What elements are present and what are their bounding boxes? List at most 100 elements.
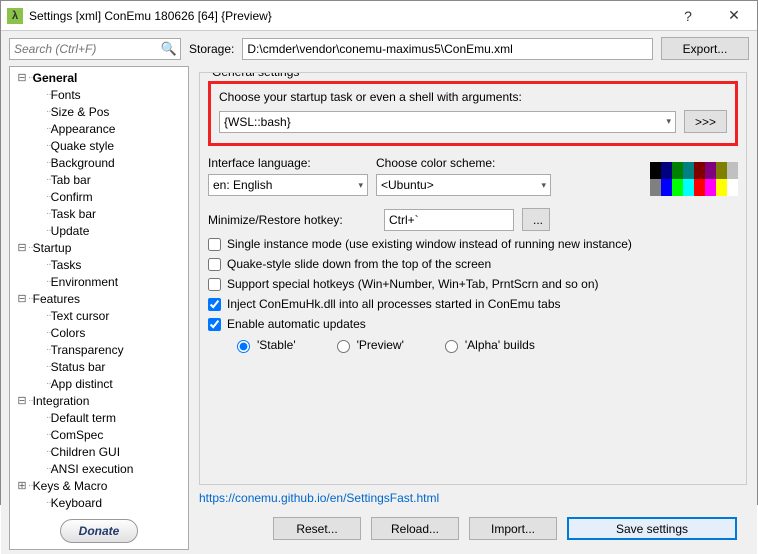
tree-node[interactable]: ··Environment (10, 273, 188, 290)
color-swatch[interactable] (727, 179, 738, 196)
single-instance-checkbox[interactable]: Single instance mode (use existing windo… (208, 237, 738, 251)
hotkey-value: Ctrl+` (389, 213, 419, 227)
export-button[interactable]: Export... (661, 37, 749, 60)
search-input[interactable] (9, 38, 181, 60)
preview-radio[interactable]: 'Preview' (332, 337, 404, 353)
hotkey-choose-button[interactable]: ... (522, 208, 550, 231)
tree-node[interactable]: ··Tab bar (10, 171, 188, 188)
color-swatch[interactable] (716, 179, 727, 196)
tree-node[interactable]: ⊟··Features (10, 290, 188, 307)
reset-button[interactable]: Reset... (273, 517, 361, 540)
save-settings-button[interactable]: Save settings (567, 517, 737, 540)
color-swatch[interactable] (672, 179, 683, 196)
donate-button[interactable]: Donate (60, 519, 138, 543)
color-swatch[interactable] (683, 179, 694, 196)
tree-node[interactable]: ··Confirm (10, 188, 188, 205)
help-button[interactable]: ? (665, 1, 711, 31)
language-value: en: English (213, 178, 272, 192)
tree-label: Update (51, 224, 90, 238)
hotkey-input[interactable]: Ctrl+` (384, 209, 514, 231)
expander-icon[interactable]: ⊟ (16, 241, 28, 254)
tree-node[interactable]: ··Background (10, 154, 188, 171)
startup-task-combobox[interactable]: {WSL::bash} ▾ (219, 111, 676, 133)
tree-label: Tab bar (51, 173, 91, 187)
language-combobox[interactable]: en: English ▾ (208, 174, 368, 196)
tree-node[interactable]: ··Tasks (10, 256, 188, 273)
color-swatch[interactable] (672, 162, 683, 179)
tree-label: Text cursor (51, 309, 110, 323)
tree-node[interactable]: ··ComSpec (10, 426, 188, 443)
tree-node[interactable]: ··Children GUI (10, 443, 188, 460)
import-button[interactable]: Import... (469, 517, 557, 540)
tree-node[interactable]: ··Transparency (10, 341, 188, 358)
storage-field[interactable] (242, 38, 653, 60)
color-swatch[interactable] (683, 162, 694, 179)
sidebar: ⊟··General··Fonts··Size & Pos··Appearanc… (9, 66, 189, 550)
color-swatch[interactable] (705, 179, 716, 196)
color-swatch[interactable] (650, 179, 661, 196)
chevron-down-icon: ▾ (666, 116, 671, 127)
tree-label: Startup (33, 241, 72, 255)
color-swatch[interactable] (661, 179, 672, 196)
tree-node[interactable]: ··Task bar (10, 205, 188, 222)
tree-node[interactable]: ··Fonts (10, 86, 188, 103)
tree-node[interactable]: ··Size & Pos (10, 103, 188, 120)
nav-tree[interactable]: ⊟··General··Fonts··Size & Pos··Appearanc… (10, 67, 188, 513)
color-swatch[interactable] (694, 179, 705, 196)
chevron-down-icon: ▾ (541, 180, 546, 191)
update-channel-radios: 'Stable' 'Preview' 'Alpha' builds (232, 337, 738, 353)
tree-label: Features (33, 292, 80, 306)
tree-label: Keyboard (51, 496, 102, 510)
expander-icon[interactable]: ⊞ (16, 479, 28, 492)
settings-window: λ Settings [xml] ConEmu 180626 [64] {Pre… (0, 0, 758, 505)
tree-node[interactable]: ··Text cursor (10, 307, 188, 324)
reload-button[interactable]: Reload... (371, 517, 459, 540)
tree-node[interactable]: ··Status bar (10, 358, 188, 375)
expander-icon[interactable]: ⊟ (16, 71, 28, 84)
tree-node[interactable]: ··Appearance (10, 120, 188, 137)
scheme-value: <Ubuntu> (381, 178, 434, 192)
startup-task-highlight: Choose your startup task or even a shell… (208, 81, 738, 146)
docs-link[interactable]: https://conemu.github.io/en/SettingsFast… (199, 491, 747, 505)
tree-label: ANSI execution (51, 462, 134, 476)
auto-updates-checkbox[interactable]: Enable automatic updates (208, 317, 738, 331)
tree-node[interactable]: ··Keyboard (10, 494, 188, 511)
special-hotkeys-checkbox[interactable]: Support special hotkeys (Win+Number, Win… (208, 277, 738, 291)
color-swatch[interactable] (727, 162, 738, 179)
expander-icon[interactable]: ⊟ (16, 292, 28, 305)
alpha-radio[interactable]: 'Alpha' builds (440, 337, 535, 353)
color-swatches[interactable] (650, 162, 738, 196)
startup-more-button[interactable]: >>> (684, 110, 727, 133)
tree-label: Fonts (51, 88, 81, 102)
group-title: General settings (208, 72, 303, 79)
tree-node[interactable]: ··Colors (10, 324, 188, 341)
close-button[interactable]: ✕ (711, 1, 757, 31)
tree-node[interactable]: ⊟··Startup (10, 239, 188, 256)
stable-radio[interactable]: 'Stable' (232, 337, 296, 353)
tree-node[interactable]: ··ANSI execution (10, 460, 188, 477)
tree-node[interactable]: ··Quake style (10, 137, 188, 154)
color-swatch[interactable] (716, 162, 727, 179)
tree-label: General (33, 71, 78, 85)
tree-label: Transparency (51, 343, 124, 357)
color-swatch[interactable] (661, 162, 672, 179)
tree-node[interactable]: ⊟··General (10, 69, 188, 86)
expander-icon[interactable]: ⊟ (16, 394, 28, 407)
color-swatch[interactable] (705, 162, 716, 179)
tree-node[interactable]: ⊞··Keys & Macro (10, 477, 188, 494)
tree-node[interactable]: ⊟··Integration (10, 392, 188, 409)
quake-style-checkbox[interactable]: Quake-style slide down from the top of t… (208, 257, 738, 271)
tree-node[interactable]: ··Update (10, 222, 188, 239)
inject-dll-checkbox[interactable]: Inject ConEmuHk.dll into all processes s… (208, 297, 738, 311)
scheme-combobox[interactable]: <Ubuntu> ▾ (376, 174, 551, 196)
tree-label: Children GUI (51, 445, 120, 459)
tree-node[interactable]: ··Default term (10, 409, 188, 426)
footer: Reset... Reload... Import... Save settin… (199, 513, 747, 548)
tree-label: Environment (51, 275, 118, 289)
titlebar: λ Settings [xml] ConEmu 180626 [64] {Pre… (1, 1, 757, 31)
tree-label: Keys & Macro (33, 479, 108, 493)
tree-label: ComSpec (51, 428, 104, 442)
tree-node[interactable]: ··App distinct (10, 375, 188, 392)
color-swatch[interactable] (650, 162, 661, 179)
color-swatch[interactable] (694, 162, 705, 179)
